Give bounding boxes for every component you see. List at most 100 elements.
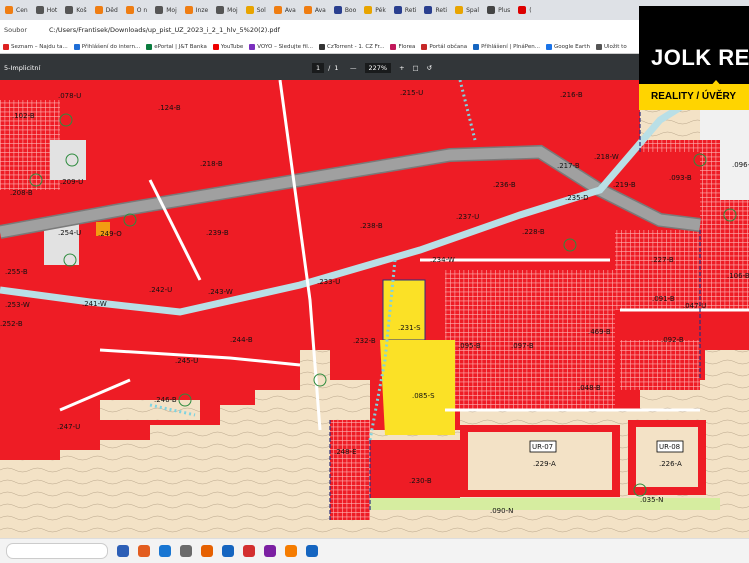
parcel-label: .246-B xyxy=(154,396,177,404)
ad-brand: JOLK REA xyxy=(651,45,749,70)
bookmark-favicon-icon xyxy=(3,43,9,50)
parcel-label: .233-U xyxy=(317,278,340,286)
parcel-label: .048-B xyxy=(578,384,601,392)
browser-tab[interactable]: Reti xyxy=(421,2,450,18)
word-icon[interactable] xyxy=(306,545,318,557)
bookmark-item[interactable]: YouTube xyxy=(212,43,244,50)
bookmarks-bar: Seznam – Najdu ta... Přihlášení do intern… xyxy=(0,40,749,54)
tab-label: Pék xyxy=(375,6,386,14)
tab-favicon-icon xyxy=(245,6,254,14)
outlook-icon[interactable] xyxy=(222,545,234,557)
browser-tab[interactable]: Hot xyxy=(33,2,61,18)
parcel-label: .216-B xyxy=(560,91,583,99)
browser-tab[interactable]: Moj xyxy=(152,2,180,18)
parcel-label: .085-S xyxy=(412,392,435,400)
tab-favicon-icon xyxy=(333,6,342,14)
tab-favicon-icon xyxy=(455,6,464,14)
browser-tab[interactable]: Plus xyxy=(484,2,513,18)
parcel-label: .231-S xyxy=(398,324,421,332)
bookmark-label: Florea xyxy=(398,43,416,50)
rotate-icon[interactable]: ↺ xyxy=(427,64,432,72)
taskbar-search[interactable] xyxy=(6,543,108,559)
parcel-label: .235-D xyxy=(565,194,589,202)
zoom-out-button[interactable]: — xyxy=(350,64,357,72)
bookmark-item[interactable]: CzTorrent - 1. CZ Fr... xyxy=(319,43,384,50)
bookmark-favicon-icon xyxy=(390,43,397,50)
browser-tab[interactable]: ( xyxy=(515,2,534,18)
browser-tab[interactable]: Inze xyxy=(182,2,211,18)
file-scheme-label: Soubor xyxy=(4,26,27,34)
bookmark-item[interactable]: Portál občana xyxy=(421,43,467,50)
hatched-zone-right xyxy=(615,230,749,310)
browser-tab[interactable]: Sol xyxy=(243,2,269,18)
parcel-label: .226-A xyxy=(659,460,682,468)
tab-favicon-icon xyxy=(216,6,225,14)
page-indicator: 1 / 1 xyxy=(312,63,338,73)
browser-tab[interactable]: Boo xyxy=(331,2,359,18)
bookmark-item[interactable]: Google Earth xyxy=(546,43,590,50)
app-icon[interactable] xyxy=(264,545,276,557)
bookmark-label: YouTube xyxy=(220,43,244,50)
parcel-label: .093-B xyxy=(669,174,692,182)
parcel-label: .092-B xyxy=(661,336,684,344)
browser-tab[interactable]: Děd xyxy=(92,2,121,18)
page-total: 1 xyxy=(334,64,339,72)
bookmark-label: VOYO – Sledujte fil... xyxy=(257,43,313,50)
pdf-toolbar: 5-Implicitní 1 / 1 — 227% + □ ↺ xyxy=(0,54,749,80)
bookmark-item[interactable]: VOYO – Sledujte fil... xyxy=(249,43,313,50)
browser-tab[interactable]: Spal xyxy=(452,2,482,18)
browser-tab[interactable]: O n xyxy=(123,2,150,18)
plot-209-U xyxy=(50,140,86,180)
jolk-ad-banner[interactable]: JOLK REA REALITY / ÚVĚRY xyxy=(639,6,749,110)
url-text[interactable]: C:/Users/Frantisek/Downloads/up_pist_UZ_… xyxy=(49,26,280,34)
parcel-label: .247-U xyxy=(57,423,80,431)
zoom-level[interactable]: 227% xyxy=(364,63,392,73)
fit-page-icon[interactable]: □ xyxy=(413,64,419,72)
browser-tab[interactable]: Moj xyxy=(213,2,241,18)
bookmark-item[interactable]: Přihlášení do intern... xyxy=(73,43,141,50)
parcel-label: .091-B xyxy=(652,295,675,303)
parcel-label: .469-B xyxy=(588,328,611,336)
bookmark-item[interactable]: Florea xyxy=(390,43,416,50)
browser-tab[interactable]: Koš xyxy=(62,2,89,18)
browser-tab[interactable]: Cen xyxy=(2,2,31,18)
bookmark-item[interactable]: ePortal | J&T Banka xyxy=(146,43,207,50)
tab-label: Ava xyxy=(284,6,296,14)
zoning-map[interactable]: .078-U .102-B .124-B .215-U .216-B .218-B .217… xyxy=(0,80,749,538)
bookmark-item[interactable]: Přihlášení | PlnáPen... xyxy=(473,43,540,50)
bookmark-label: Přihlášení do intern... xyxy=(81,43,141,50)
zoom-in-button[interactable]: + xyxy=(399,64,404,72)
page-current-input[interactable]: 1 xyxy=(312,63,325,73)
parcel-label: .245-U xyxy=(175,357,198,365)
files-icon[interactable] xyxy=(180,545,192,557)
parcel-label: .106-B xyxy=(727,272,749,280)
media-icon[interactable] xyxy=(243,545,255,557)
parcel-label: .253-W xyxy=(5,301,30,309)
browser-tab[interactable]: Pék xyxy=(361,2,389,18)
tab-favicon-icon xyxy=(65,6,74,14)
firefox-icon[interactable] xyxy=(201,545,213,557)
bookmark-label: Seznam – Najdu ta... xyxy=(11,43,68,50)
parcel-label: .242-U xyxy=(149,286,172,294)
parcel-label: .237-U xyxy=(456,213,479,221)
address-bar[interactable]: Soubor C:/Users/Frantisek/Downloads/up_p… xyxy=(0,20,749,40)
bookmark-item[interactable]: Seznam – Najdu ta... xyxy=(3,43,68,50)
bookmark-item[interactable]: Uložit to xyxy=(595,43,627,50)
bookmark-favicon-icon xyxy=(546,43,553,50)
tab-favicon-icon xyxy=(184,6,193,14)
avast-icon[interactable] xyxy=(285,545,297,557)
parcel-label: .218-B xyxy=(200,160,223,168)
browser-tab[interactable]: Reti xyxy=(391,2,420,18)
ur-label: UR-07 xyxy=(532,443,553,451)
tab-label: Hot xyxy=(46,6,58,14)
browser-tab[interactable]: Ava xyxy=(301,2,329,18)
browser-tab[interactable]: Ava xyxy=(271,2,299,18)
tab-label: Reti xyxy=(404,6,417,14)
task-view-icon[interactable] xyxy=(117,545,129,557)
chrome-icon[interactable] xyxy=(138,545,150,557)
pdf-title: 5-Implicitní xyxy=(4,64,41,72)
edge-icon[interactable] xyxy=(159,545,171,557)
tab-favicon-icon xyxy=(94,6,103,14)
tab-favicon-icon xyxy=(273,6,282,14)
parcel-label: .090-N xyxy=(490,507,513,515)
